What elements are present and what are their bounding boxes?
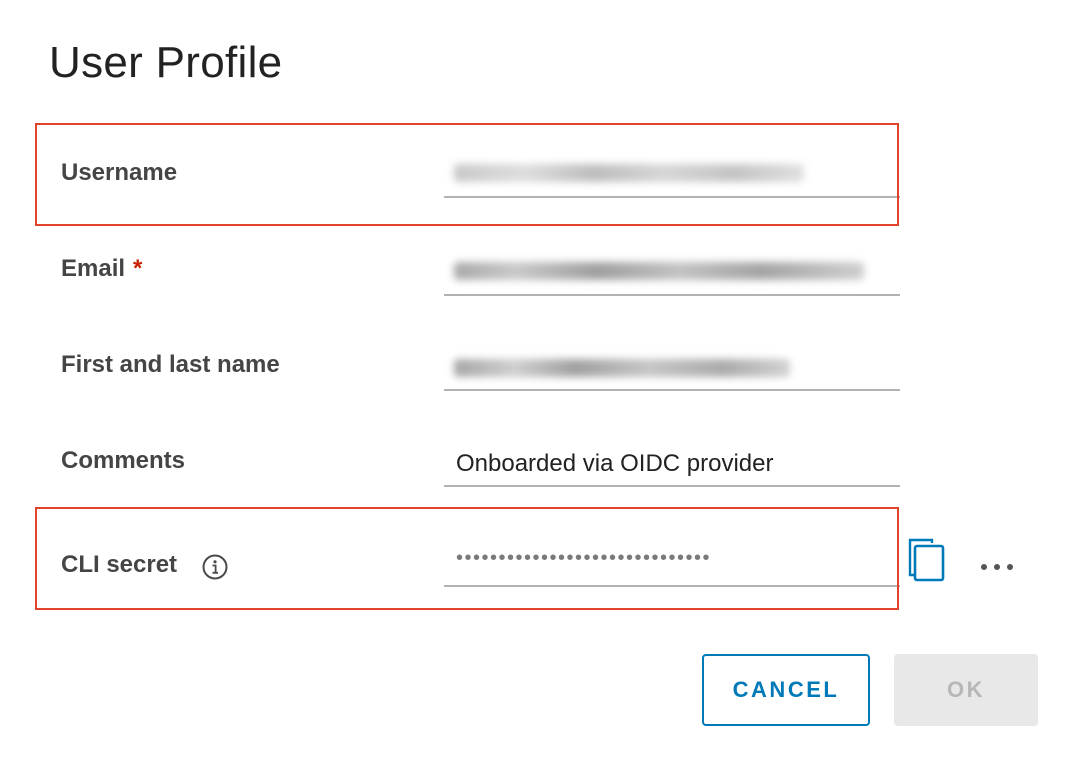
email-label: Email * <box>61 255 142 283</box>
comments-value: Onboarded via OIDC provider <box>456 450 774 477</box>
ok-button[interactable]: OK <box>894 654 1038 726</box>
user-profile-dialog: User Profile Username Email * First and l… <box>0 0 1078 768</box>
comments-label: Comments <box>61 447 186 474</box>
cli-secret-masked-value: •••••••••••••••••••••••••••••• <box>456 547 712 569</box>
username-value-blurred <box>454 164 804 182</box>
info-circle-icon[interactable] <box>202 554 228 580</box>
full-name-label: First and last name <box>61 351 280 378</box>
dialog-title: User Profile <box>49 38 283 87</box>
full-name-value-blurred <box>454 359 790 377</box>
email-field[interactable] <box>444 254 900 296</box>
copy-icon[interactable] <box>906 537 948 583</box>
cancel-button[interactable]: CANCEL <box>702 654 870 726</box>
comments-field[interactable]: Onboarded via OIDC provider <box>444 445 900 487</box>
username-field <box>444 156 900 198</box>
required-asterisk: * <box>133 255 143 282</box>
ellipsis-horizontal-icon[interactable] <box>978 558 1018 576</box>
username-label: Username <box>61 159 178 186</box>
cli-secret-label: CLI secret <box>61 551 178 578</box>
cli-secret-field[interactable]: •••••••••••••••••••••••••••••• <box>444 545 900 587</box>
full-name-field[interactable] <box>444 349 900 391</box>
email-value-blurred <box>454 262 864 280</box>
email-label-text: Email <box>61 255 126 282</box>
